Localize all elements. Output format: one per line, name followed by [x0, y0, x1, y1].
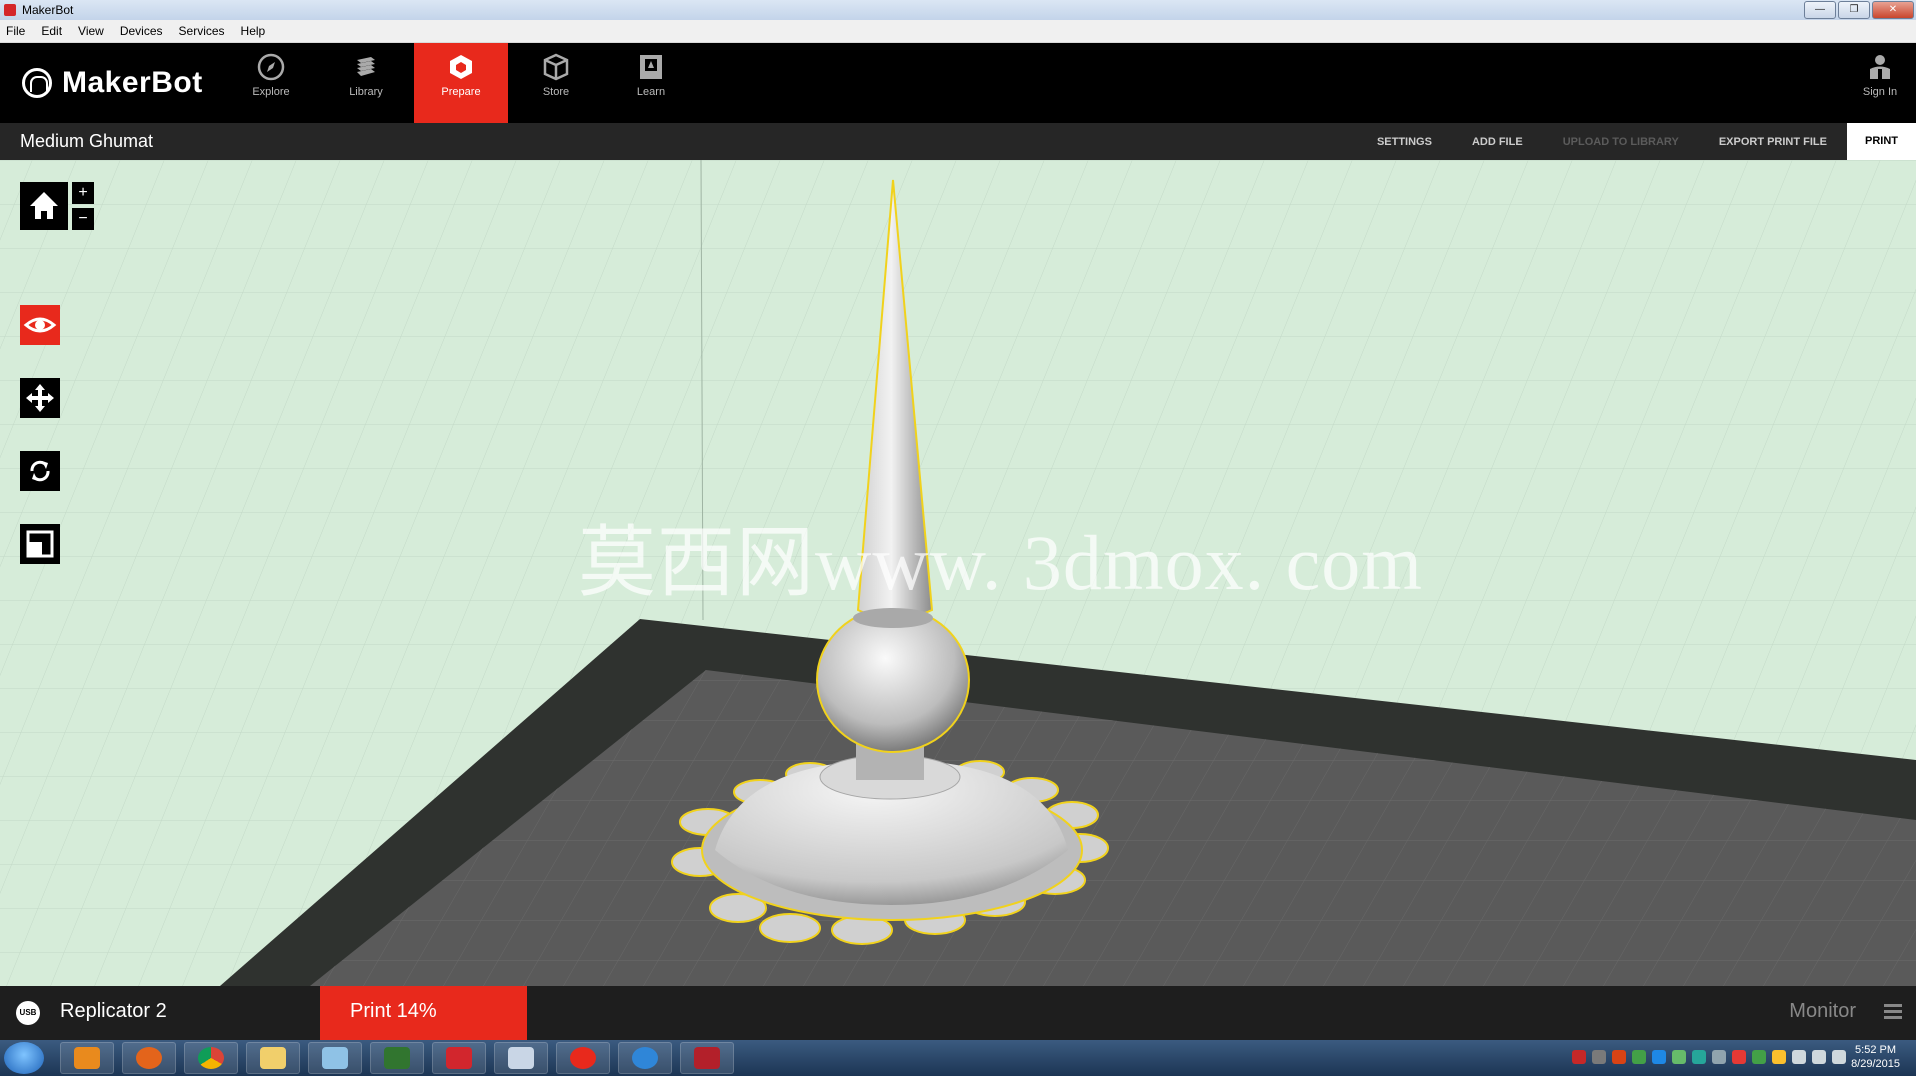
scale-tool-button[interactable]: [20, 524, 60, 564]
menu-services[interactable]: Services: [179, 24, 225, 38]
nav-explore[interactable]: Explore: [224, 43, 318, 123]
nav-explore-label: Explore: [252, 86, 290, 98]
media-player-icon[interactable]: [60, 1042, 114, 1074]
ie-icon[interactable]: [618, 1042, 672, 1074]
makerbot-logo-icon: [22, 68, 52, 98]
library-icon: [357, 57, 375, 76]
export-print-file-button[interactable]: EXPORT PRINT FILE: [1719, 136, 1827, 148]
window-title: MakerBot: [22, 3, 74, 17]
tray-app-icon[interactable]: [1692, 1050, 1706, 1064]
start-button[interactable]: [4, 1042, 44, 1074]
menu-edit[interactable]: Edit: [41, 24, 62, 38]
project-actions: SETTINGS ADD FILE UPLOAD TO LIBRARY EXPO…: [1357, 123, 1916, 160]
scale-icon: [26, 530, 54, 558]
device-status-bar: USB Replicator 2 Print 14% Monitor: [0, 986, 1916, 1040]
clock-time: 5:52 PM: [1855, 1044, 1897, 1056]
menu-bar: File Edit View Devices Services Help: [0, 20, 1916, 43]
print-progress[interactable]: Print 14%: [320, 986, 527, 1040]
nav-learn[interactable]: Learn: [604, 43, 698, 123]
menu-view[interactable]: View: [78, 24, 104, 38]
tray-app-icon[interactable]: [1732, 1050, 1746, 1064]
tray-app-icon[interactable]: [1672, 1050, 1686, 1064]
print-button[interactable]: PRINT: [1847, 123, 1916, 160]
menu-hamburger-icon[interactable]: [1884, 1004, 1902, 1020]
sign-in-button[interactable]: Sign In: [1850, 43, 1910, 123]
sign-in-label: Sign In: [1862, 86, 1898, 98]
user-icon: [1870, 55, 1890, 79]
chrome-icon[interactable]: [184, 1042, 238, 1074]
zoom-in-button[interactable]: +: [72, 182, 94, 204]
prepare-icon: [450, 55, 472, 79]
tray-app-icon[interactable]: [1572, 1050, 1586, 1064]
windows-taskbar: 5:52 PM 8/29/2015: [0, 1040, 1916, 1076]
window-controls: — ❐ ✕: [1804, 1, 1914, 19]
menu-file[interactable]: File: [6, 24, 25, 38]
add-file-button[interactable]: ADD FILE: [1472, 136, 1523, 148]
zoom-out-button[interactable]: −: [72, 208, 94, 230]
nav-library[interactable]: Library: [319, 43, 413, 123]
settings-button[interactable]: SETTINGS: [1377, 136, 1432, 148]
minimize-button[interactable]: —: [1804, 1, 1836, 19]
brand-name: MakerBot: [62, 66, 203, 99]
nav-prepare[interactable]: Prepare: [414, 43, 508, 123]
volume-icon[interactable]: [1792, 1050, 1806, 1064]
file-explorer-icon[interactable]: [246, 1042, 300, 1074]
tray-app-icon[interactable]: [1752, 1050, 1766, 1064]
window-title-bar: MakerBot — ❐ ✕: [0, 0, 1916, 20]
clock-date: 8/29/2015: [1851, 1058, 1900, 1070]
tray-app-icon[interactable]: [1632, 1050, 1646, 1064]
move-tool-button[interactable]: [20, 378, 60, 418]
rotate-tool-button[interactable]: [20, 451, 60, 491]
close-button[interactable]: ✕: [1872, 1, 1914, 19]
makerbot-app-icon: [4, 4, 16, 16]
top-navigation: MakerBot Explore Library Prepare Store L…: [0, 43, 1916, 123]
watermark-text: 莫西网www. 3dmox. com: [578, 519, 1423, 606]
nav-library-label: Library: [349, 86, 383, 98]
home-icon: [30, 192, 58, 219]
tray-app-icon[interactable]: [1772, 1050, 1786, 1064]
eye-icon: [23, 317, 57, 333]
tray-app-icon[interactable]: [1612, 1050, 1626, 1064]
monitor-button[interactable]: Monitor: [1789, 1000, 1856, 1023]
makerbot-icon[interactable]: [556, 1042, 610, 1074]
book-icon: [640, 55, 662, 79]
firefox-icon[interactable]: [122, 1042, 176, 1074]
nav-store[interactable]: Store: [509, 43, 603, 123]
nav-learn-label: Learn: [636, 86, 666, 98]
notepad-icon[interactable]: [308, 1042, 362, 1074]
project-icon[interactable]: [370, 1042, 424, 1074]
move-icon: [26, 384, 54, 412]
system-clock[interactable]: 5:52 PM 8/29/2015: [1851, 1043, 1900, 1071]
device-name[interactable]: Replicator 2: [60, 1000, 167, 1023]
nav-store-label: Store: [542, 86, 570, 98]
print-progress-label: Print 14%: [350, 1000, 437, 1022]
home-view-button[interactable]: [20, 182, 68, 230]
tray-app-icon[interactable]: [1652, 1050, 1666, 1064]
view-tool-button[interactable]: [20, 305, 60, 345]
project-name: Medium Ghumat: [20, 131, 154, 151]
nav-prepare-label: Prepare: [441, 86, 481, 98]
system-tray: [1572, 1050, 1846, 1064]
tray-app-icon[interactable]: [1592, 1050, 1606, 1064]
box-icon: [543, 53, 569, 81]
flag-icon[interactable]: [1832, 1050, 1846, 1064]
project-bar: Medium Ghumat SETTINGS ADD FILE UPLOAD T…: [0, 123, 1916, 160]
tray-app-icon[interactable]: [1712, 1050, 1726, 1064]
upload-to-library-button[interactable]: UPLOAD TO LIBRARY: [1563, 136, 1679, 148]
rotate-icon: [30, 460, 50, 482]
menu-devices[interactable]: Devices: [120, 24, 163, 38]
calculator-icon[interactable]: [494, 1042, 548, 1074]
menu-help[interactable]: Help: [241, 24, 266, 38]
usb-icon: USB: [16, 1001, 40, 1025]
build-plate-viewport[interactable]: 莫西网www. 3dmox. com + −: [0, 160, 1916, 986]
solidworks-icon[interactable]: [432, 1042, 486, 1074]
network-icon[interactable]: [1812, 1050, 1826, 1064]
compass-icon: [257, 53, 285, 81]
maximize-button[interactable]: ❐: [1838, 1, 1870, 19]
autocad-icon[interactable]: [680, 1042, 734, 1074]
makerbot-logo[interactable]: MakerBot: [22, 66, 203, 100]
